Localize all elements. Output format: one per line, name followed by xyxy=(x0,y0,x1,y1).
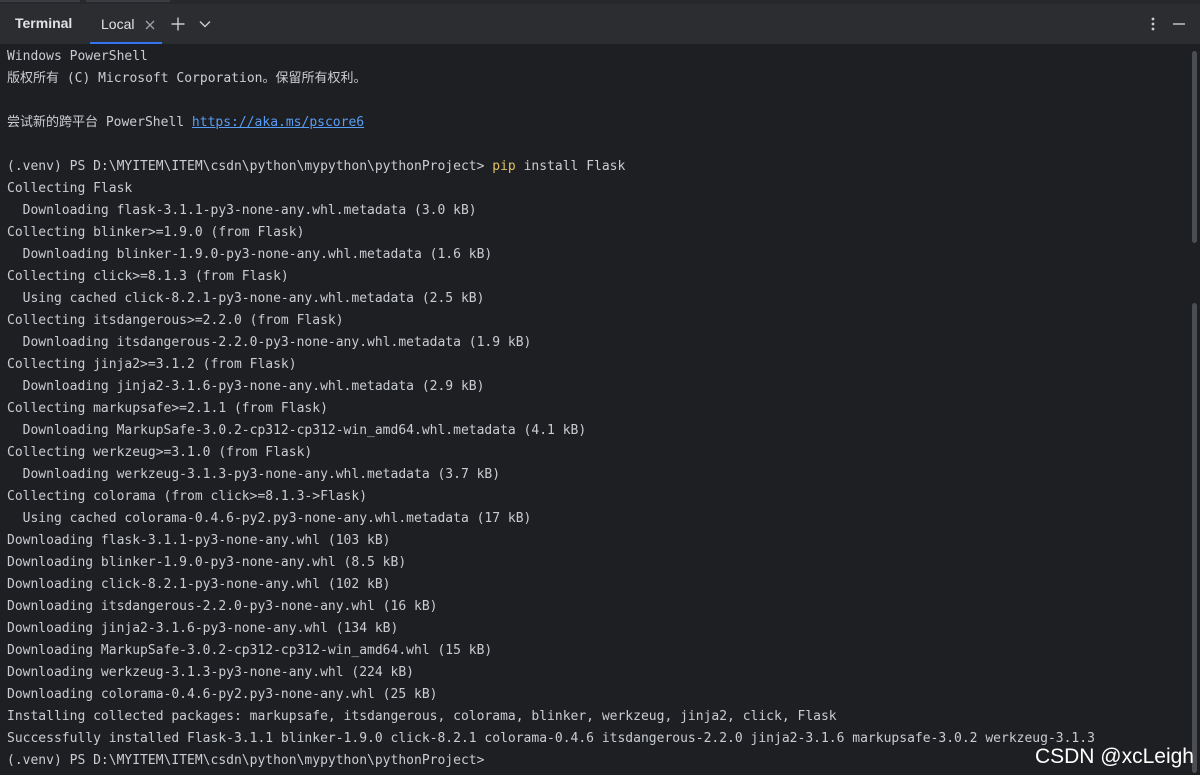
output-line: Collecting blinker>=1.9.0 (from Flask) xyxy=(7,225,305,240)
top-strip-segment xyxy=(0,0,80,2)
output-line: Downloading werkzeug-3.1.3-py3-none-any.… xyxy=(7,665,414,680)
output-line: Collecting markupsafe>=2.1.1 (from Flask… xyxy=(7,401,328,416)
close-icon[interactable] xyxy=(142,17,158,33)
top-strip-segment xyxy=(86,0,170,2)
command-args: install Flask xyxy=(515,159,626,174)
active-tab-indicator xyxy=(90,42,162,44)
output-line: Downloading flask-3.1.1-py3-none-any.whl… xyxy=(7,533,391,548)
output-line: Downloading blinker-1.9.0-py3-none-any.w… xyxy=(7,247,493,262)
chevron-down-icon[interactable] xyxy=(195,14,215,34)
output-line: Downloading click-8.2.1-py3-none-any.whl… xyxy=(7,577,391,592)
vertical-scrollbar[interactable] xyxy=(1188,45,1200,775)
output-line: Collecting Flask xyxy=(7,181,133,196)
try-powershell-text: 尝试新的跨平台 PowerShell xyxy=(7,115,192,130)
plus-icon[interactable] xyxy=(168,14,188,34)
tool-window-header: Terminal Local xyxy=(0,4,1200,45)
tool-window-title: Terminal xyxy=(15,15,73,31)
output-line: Collecting itsdangerous>=2.2.0 (from Fla… xyxy=(7,313,344,328)
prompt-line: (.venv) PS D:\MYITEM\ITEM\csdn\python\my… xyxy=(7,156,625,178)
output-line: Downloading itsdangerous-2.2.0-py3-none-… xyxy=(7,335,532,350)
terminal-line: Windows PowerShell xyxy=(7,49,148,64)
output-line: Downloading jinja2-3.1.6-py3-none-any.wh… xyxy=(7,621,399,636)
prompt-text: (.venv) PS D:\MYITEM\ITEM\csdn\python\my… xyxy=(7,159,493,174)
output-line: Downloading MarkupSafe-3.0.2-cp312-cp312… xyxy=(7,643,493,658)
tab-local-label: Local xyxy=(101,16,135,32)
pscore-link[interactable]: https://aka.ms/pscore6 xyxy=(192,115,364,130)
output-line: Downloading werkzeug-3.1.3-py3-none-any.… xyxy=(7,467,501,482)
output-line: Downloading colorama-0.4.6-py2.py3-none-… xyxy=(7,687,438,702)
output-line: Collecting werkzeug>=3.1.0 (from Flask) xyxy=(7,445,313,460)
more-vertical-icon[interactable] xyxy=(1143,14,1163,34)
output-line: Successfully installed Flask-3.1.1 blink… xyxy=(7,731,1095,746)
terminal-window: Terminal Local Windows PowerShell 版权所有 (… xyxy=(0,0,1200,775)
terminal-output[interactable]: Windows PowerShell 版权所有 (C) Microsoft Co… xyxy=(0,45,1188,775)
scrollbar-thumb[interactable] xyxy=(1192,303,1197,773)
output-line: Collecting colorama (from click>=8.1.3->… xyxy=(7,489,368,504)
output-line: Downloading itsdangerous-2.2.0-py3-none-… xyxy=(7,599,438,614)
prompt-line: (.venv) PS D:\MYITEM\ITEM\csdn\python\my… xyxy=(7,753,485,768)
output-line: Downloading flask-3.1.1-py3-none-any.whl… xyxy=(7,203,477,218)
command-name: pip xyxy=(492,159,516,174)
output-line: Using cached click-8.2.1-py3-none-any.wh… xyxy=(7,291,485,306)
output-line: Collecting click>=8.1.3 (from Flask) xyxy=(7,269,289,284)
terminal-line: 版权所有 (C) Microsoft Corporation。保留所有权利。 xyxy=(7,71,367,86)
minimize-icon[interactable] xyxy=(1169,14,1189,34)
watermark: CSDN @xcLeigh xyxy=(1034,745,1194,768)
terminal-line: 尝试新的跨平台 PowerShell https://aka.ms/pscore… xyxy=(7,112,364,134)
output-line: Collecting jinja2>=3.1.2 (from Flask) xyxy=(7,357,297,372)
output-line: Downloading blinker-1.9.0-py3-none-any.w… xyxy=(7,555,407,570)
output-line: Installing collected packages: markupsaf… xyxy=(7,709,837,724)
output-line: Downloading jinja2-3.1.6-py3-none-any.wh… xyxy=(7,379,485,394)
scrollbar-thumb[interactable] xyxy=(1192,51,1197,243)
output-line: Using cached colorama-0.4.6-py2.py3-none… xyxy=(7,511,532,526)
output-line: Downloading MarkupSafe-3.0.2-cp312-cp312… xyxy=(7,423,587,438)
